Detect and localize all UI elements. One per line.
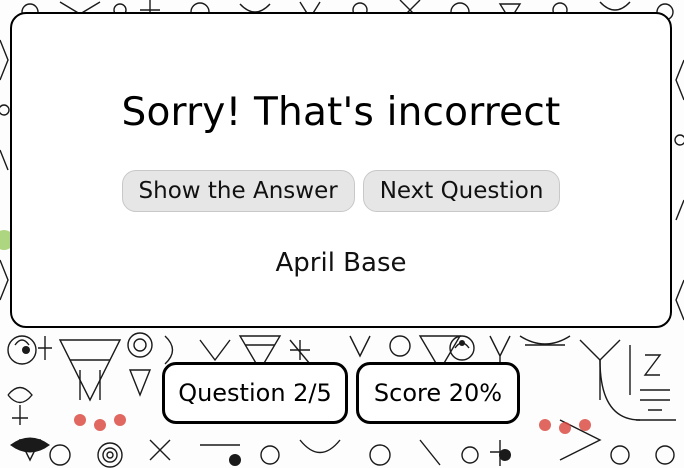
score-display: Score 20% — [356, 362, 520, 424]
quiz-status-bar: Question 2/5 Score 20% — [0, 362, 684, 424]
result-actions: Show the Answer Next Question — [12, 170, 670, 212]
answer-text: April Base — [275, 248, 407, 278]
next-question-button[interactable]: Next Question — [362, 170, 561, 212]
show-answer-button[interactable]: Show the Answer — [121, 170, 355, 212]
quiz-screen: Sorry! That's incorrect Show the Answer … — [0, 0, 684, 468]
question-counter: Question 2/5 — [162, 362, 348, 424]
result-title: Sorry! That's incorrect — [121, 90, 561, 135]
result-dialog: Sorry! That's incorrect Show the Answer … — [10, 12, 672, 328]
